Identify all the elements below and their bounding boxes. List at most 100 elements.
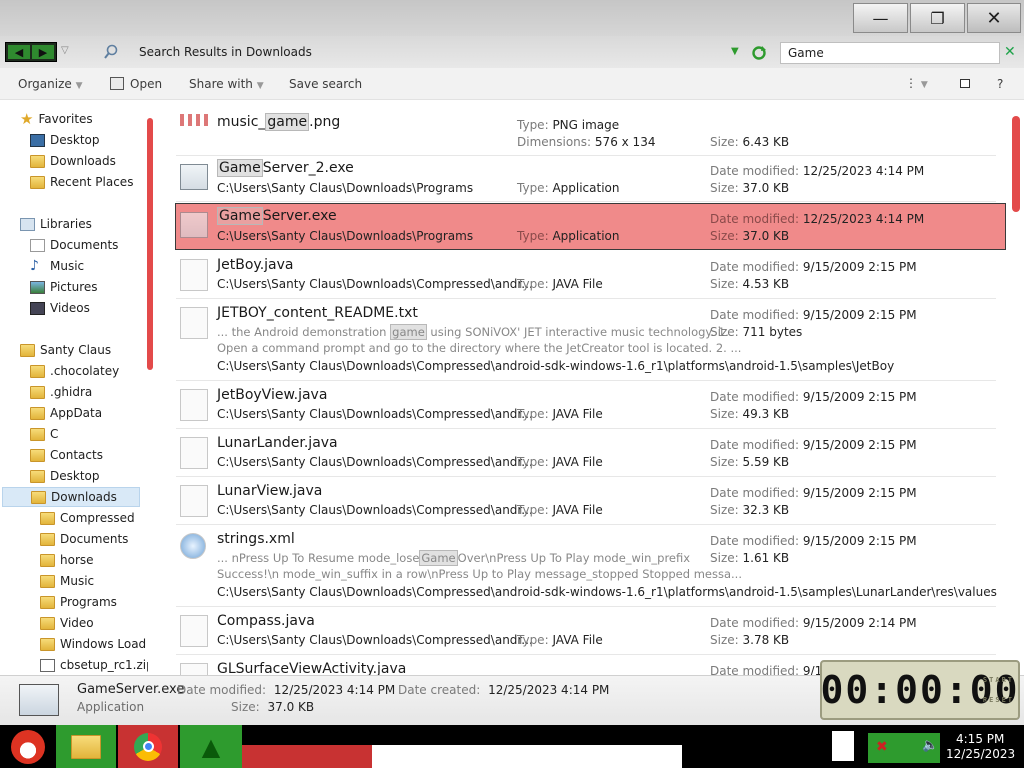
result-row[interactable]: LunarView.java C:\Users\Santy Claus\Down…: [176, 477, 996, 525]
taskbar: ▲ ✖ 🔈 4:15 PM 12/25/2023: [0, 725, 1024, 768]
sidebar-item-documents[interactable]: Documents: [30, 235, 118, 255]
sidebar-item-recent-places[interactable]: Recent Places: [30, 172, 133, 192]
file-path: C:\Users\Santy Claus\Downloads\Compresse…: [217, 407, 533, 421]
sidebar-label: AppData: [50, 406, 103, 420]
sidebar-item-pictures[interactable]: Pictures: [30, 277, 98, 297]
sidebar-item-music-folder[interactable]: Music: [40, 571, 94, 591]
restore-button[interactable]: ❐: [910, 3, 965, 33]
taskbar-chrome[interactable]: [118, 725, 178, 768]
refresh-icon[interactable]: [751, 45, 767, 61]
back-button[interactable]: ◀: [8, 45, 30, 59]
details-file-name: GameServer.exe: [77, 682, 185, 697]
file-size: Size: 5.59 KB: [710, 455, 790, 469]
breadcrumb[interactable]: Search Results in Downloads: [139, 45, 312, 59]
result-row[interactable]: music_ game .png Type: PNG image Dimension…: [176, 104, 996, 156]
file-path: C:\Users\Santy Claus\Downloads\Compresse…: [217, 455, 533, 469]
recent-pages-icon[interactable]: ▽: [61, 45, 69, 56]
taskbar-date[interactable]: 12/25/2023: [946, 747, 1015, 761]
search-highlight: Game: [217, 207, 263, 225]
file-type: Type: JAVA File: [517, 455, 603, 469]
sidebar-item-favorites[interactable]: ★ Favorites: [20, 109, 93, 129]
stopwatch-start-button[interactable]: START: [983, 676, 1014, 684]
stopwatch-gadget[interactable]: 00:00:00 START RESET: [820, 660, 1020, 720]
address-dropdown-icon[interactable]: ▼: [731, 46, 739, 57]
forward-button[interactable]: ▶: [32, 45, 54, 59]
taskbar-time[interactable]: 4:15 PM: [956, 732, 1004, 746]
close-button[interactable]: ✕: [967, 3, 1021, 33]
zip-file-icon: [40, 658, 55, 672]
sidebar-label: Contacts: [50, 448, 103, 462]
sidebar-item-programs[interactable]: Programs: [40, 592, 117, 612]
result-row[interactable]: Compass.java C:\Users\Santy Claus\Downlo…: [176, 607, 996, 655]
taskbar-explorer[interactable]: [56, 725, 116, 768]
folder-icon: [40, 574, 55, 588]
taskbar-tree-app[interactable]: ▲: [180, 725, 242, 768]
save-search-button[interactable]: Save search: [289, 77, 362, 91]
sidebar-item-horse[interactable]: horse: [40, 550, 94, 570]
result-row[interactable]: JetBoyView.java C:\Users\Santy Claus\Dow…: [176, 381, 996, 429]
file-date-modified: Date modified: 9/15/2009 2:15 PM: [710, 486, 917, 500]
sidebar-label: Documents: [60, 532, 129, 546]
result-row[interactable]: strings.xml ... nPress Up To Resume mode…: [176, 525, 997, 607]
taskbar-empty-area: [372, 745, 682, 768]
sidebar-item-windows-load[interactable]: Windows Load: [40, 634, 146, 654]
minimize-button[interactable]: —: [853, 3, 908, 33]
view-options-icon[interactable]: ⋮ ▼: [905, 76, 928, 90]
folder-icon: [40, 616, 55, 630]
application-icon: [180, 212, 208, 238]
file-name: music_ game .png: [217, 113, 341, 131]
sidebar-item-downloads[interactable]: Downloads: [30, 151, 116, 171]
sidebar-item-desktop[interactable]: Desktop: [30, 130, 100, 150]
system-tray[interactable]: ✖ 🔈: [868, 733, 940, 763]
file-date-modified: Date modified: 9/15/2009 2:15 PM: [710, 390, 917, 404]
search-input[interactable]: Game: [780, 42, 1000, 64]
address-bar: ◀ ▶ ▽ Search Results in Downloads ▼ Game…: [0, 36, 1024, 68]
sidebar-item-music[interactable]: ♪ Music: [30, 256, 84, 276]
user-folder-icon: [20, 343, 35, 357]
sidebar-item-videos[interactable]: Videos: [30, 298, 90, 318]
java-file-icon: [180, 485, 208, 517]
start-button[interactable]: [0, 725, 56, 768]
result-row-selected[interactable]: Game Server.exe C:\Users\Santy Claus\Down…: [175, 203, 1006, 250]
sidebar-scrollbar[interactable]: [147, 118, 153, 370]
organize-menu[interactable]: Organize ▼: [18, 77, 83, 91]
result-row[interactable]: JETBOY_content_README.txt ... the Androi…: [176, 299, 996, 381]
results-scrollbar[interactable]: [1012, 116, 1020, 212]
sidebar-item-documents-folder[interactable]: Documents: [40, 529, 128, 549]
result-row[interactable]: LunarLander.java C:\Users\Santy Claus\Do…: [176, 429, 996, 477]
sidebar-item-appdata[interactable]: AppData: [30, 403, 102, 423]
file-size: Size: 37.0 KB: [710, 229, 790, 243]
result-row[interactable]: JetBoy.java C:\Users\Santy Claus\Downloa…: [176, 251, 996, 299]
share-with-menu[interactable]: Share with ▼: [189, 77, 264, 91]
sidebar-item-user[interactable]: Santy Claus: [20, 340, 111, 360]
chrome-icon: [134, 732, 162, 761]
search-results-list: music_ game .png Type: PNG image Dimension…: [170, 100, 1010, 675]
preview-pane-icon[interactable]: [960, 79, 970, 88]
sidebar-item-compressed[interactable]: Compressed: [40, 508, 135, 528]
sidebar-item-chocolatey[interactable]: .chocolatey: [30, 361, 119, 381]
sidebar-item-video[interactable]: Video: [40, 613, 94, 633]
sidebar-item-contacts[interactable]: Contacts: [30, 445, 103, 465]
videos-icon: [30, 301, 45, 315]
chevron-down-icon: ▼: [256, 81, 264, 91]
title-bar: — ❐ ✕: [0, 0, 1024, 36]
sidebar-item-downloads-folder[interactable]: Downloads: [2, 487, 140, 507]
sidebar-label: Music: [50, 259, 85, 273]
clear-search-icon[interactable]: ✕: [1004, 44, 1016, 60]
sidebar-item-c[interactable]: C: [30, 424, 58, 444]
sidebar-item-cbsetup[interactable]: cbsetup_rc1.zip: [40, 655, 148, 675]
result-row[interactable]: Game Server_2.exe C:\Users\Santy Claus\Do…: [176, 156, 996, 202]
help-button[interactable]: ?: [997, 77, 1003, 91]
file-name: JETBOY_content_README.txt: [217, 305, 418, 321]
sidebar-item-desktop-folder[interactable]: Desktop: [30, 466, 100, 486]
command-bar: Organize ▼ Open Share with ▼ Save search…: [0, 68, 1024, 100]
file-size: Size: 3.78 KB: [710, 633, 790, 647]
folder-icon: [40, 532, 55, 546]
stopwatch-reset-button[interactable]: RESET: [983, 696, 1014, 704]
sidebar-label: Pictures: [50, 280, 98, 294]
open-button[interactable]: Open: [130, 77, 162, 91]
sidebar-item-libraries[interactable]: Libraries: [20, 214, 92, 234]
sidebar-label: C: [50, 427, 59, 441]
search-highlight: Game: [217, 159, 263, 177]
sidebar-item-ghidra[interactable]: .ghidra: [30, 382, 92, 402]
